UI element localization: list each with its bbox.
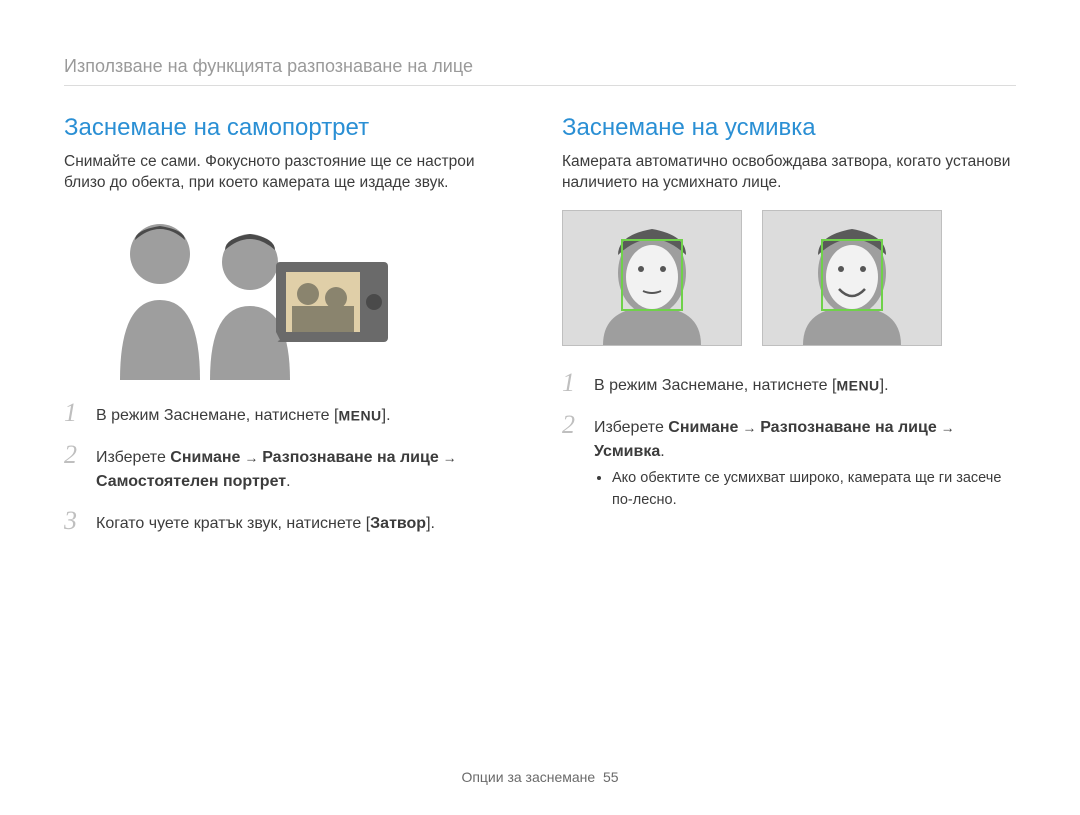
intro-smile: Камерата автоматично освобождава затвора… <box>562 152 1016 194</box>
step-text: В режим Заснемане, натиснете [ <box>96 407 338 424</box>
bold-shutter: Затвор <box>370 515 426 532</box>
bold-face: Разпознаване на лице <box>262 449 439 466</box>
step-1-right: 1 В режим Заснемане, натиснете [MENU]. <box>562 370 1016 398</box>
heading-smile: Заснемане на усмивка <box>562 114 1016 142</box>
step-number: 1 <box>562 370 582 396</box>
step-text-post: . <box>660 443 664 460</box>
note-list: Ако обектите се усмихват широко, камерат… <box>594 468 1016 512</box>
step-number: 2 <box>64 442 84 468</box>
step-3-left: 3 Когато чуете кратък звук, натиснете [З… <box>64 508 518 536</box>
bold-snimane: Снимане <box>170 449 240 466</box>
bold-smile: Усмивка <box>594 443 660 460</box>
step-1-left: 1 В режим Заснемане, натиснете [MENU]. <box>64 400 518 428</box>
step-text: Изберете <box>594 419 668 436</box>
arrow-icon: → <box>439 449 457 465</box>
arrow-icon: → <box>240 449 262 465</box>
column-smile: Заснемане на усмивка Камерата автоматичн… <box>562 114 1016 550</box>
bold-face: Разпознаване на лице <box>760 419 937 436</box>
bold-snimane: Снимане <box>668 419 738 436</box>
arrow-icon: → <box>738 419 760 435</box>
heading-selfportrait: Заснемане на самопортрет <box>64 114 518 142</box>
column-selfportrait: Заснемане на самопортрет Снимайте се сам… <box>64 114 518 550</box>
arrow-icon: → <box>937 419 955 435</box>
menu-label: MENU <box>836 377 879 393</box>
page-number: 55 <box>603 769 619 785</box>
step-text: Когато чуете кратък звук, натиснете [ <box>96 515 370 532</box>
step-text-post: ]. <box>880 377 889 394</box>
step-text-post: . <box>286 473 290 490</box>
illustration-selfportrait <box>90 210 390 380</box>
step-text-post: ]. <box>382 407 391 424</box>
note-item: Ако обектите се усмихват широко, камерат… <box>612 468 1016 512</box>
step-2-right: 2 Изберете Снимане → Разпознаване на лиц… <box>562 412 1016 516</box>
step-number: 2 <box>562 412 582 438</box>
menu-label: MENU <box>338 407 381 423</box>
page-footer: Опции за заснемане 55 <box>0 769 1080 785</box>
breadcrumb: Използване на функцията разпознаване на … <box>64 56 1016 86</box>
intro-selfportrait: Снимайте се сами. Фокусното разстояние щ… <box>64 152 518 194</box>
thumb-smile <box>762 210 942 346</box>
face-detection-box <box>821 239 883 311</box>
figure-row-smile <box>562 210 1016 346</box>
step-text-post: ]. <box>426 515 435 532</box>
step-text: Изберете <box>96 449 170 466</box>
step-number: 1 <box>64 400 84 426</box>
step-number: 3 <box>64 508 84 534</box>
thumb-neutral <box>562 210 742 346</box>
footer-label: Опции за заснемане <box>461 769 595 785</box>
face-detection-box <box>621 239 683 311</box>
bold-selfportrait: Самостоятелен портрет <box>96 473 286 490</box>
step-2-left: 2 Изберете Снимане → Разпознаване на лиц… <box>64 442 518 494</box>
step-text: В режим Заснемане, натиснете [ <box>594 377 836 394</box>
